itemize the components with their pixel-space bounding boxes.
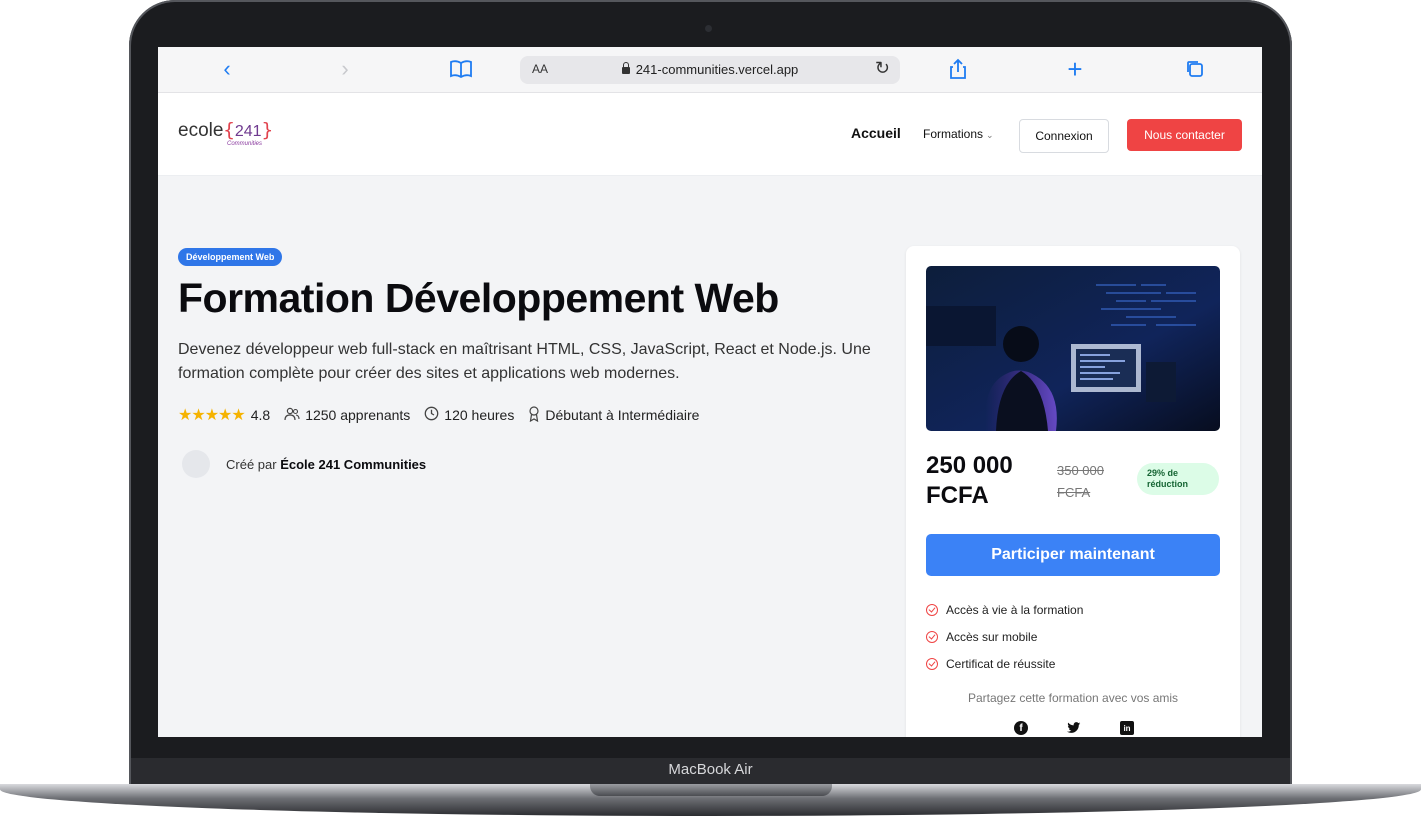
old-price: 350 000 FCFA	[1057, 463, 1104, 500]
level: Débutant à Intermédiaire	[545, 407, 700, 423]
page-title: Formation Développement Web	[178, 275, 779, 321]
users-icon	[284, 407, 300, 424]
forward-icon[interactable]: ›	[336, 56, 354, 81]
laptop-chin: MacBook Air	[131, 758, 1290, 784]
laptop-notch	[590, 784, 832, 796]
feature-label: Accès à vie à la formation	[946, 602, 1084, 617]
check-circle-icon	[926, 603, 938, 616]
rating-value: 4.8	[250, 407, 271, 423]
duration: 120 heures	[444, 407, 515, 423]
feature-label: Certificat de réussite	[946, 656, 1056, 671]
linkedin-icon[interactable]: in	[1120, 721, 1134, 735]
logo-number: 241	[234, 123, 262, 140]
course-meta: ★★★★★ 4.8 1250 apprenants 120 heures Déb…	[178, 404, 699, 426]
screen: ‹ › AA 241-communities.vercel.app ↻ + ec…	[158, 47, 1262, 737]
price: 250 000 FCFA	[926, 452, 1013, 509]
author-row: Créé par École 241 Communities	[182, 450, 426, 478]
discount-badge: 29% de réduction	[1137, 463, 1219, 495]
logo-word: ecole	[178, 120, 224, 141]
site-logo[interactable]: ecole{241}	[178, 119, 273, 142]
chevron-down-icon: ⌄	[986, 130, 994, 140]
logo-subline: Communities	[227, 141, 263, 147]
site-header: ecole{241} Communities Accueil Formation…	[158, 93, 1262, 176]
facebook-icon[interactable]: f	[1014, 721, 1028, 735]
share-icon[interactable]	[948, 57, 968, 81]
nav-formations[interactable]: Formations ⌄	[923, 127, 994, 141]
device-label: MacBook Air	[668, 761, 753, 778]
category-badge: Développement Web	[178, 248, 283, 266]
camera-icon	[705, 25, 712, 32]
nav-formations-label: Formations	[923, 127, 984, 141]
list-item: Certificat de réussite	[926, 650, 1083, 677]
back-icon[interactable]: ‹	[218, 56, 236, 81]
author-credit: Créé par École 241 Communities	[226, 457, 426, 472]
enroll-button[interactable]: Participer maintenant	[926, 534, 1220, 576]
course-card: 250 000 FCFA 350 000 FCFA 29% de réducti…	[906, 246, 1240, 737]
feature-list: Accès à vie à la formation Accès sur mob…	[926, 596, 1083, 677]
list-item: Accès sur mobile	[926, 623, 1083, 650]
check-circle-icon	[926, 657, 938, 670]
course-image	[926, 266, 1220, 431]
new-tab-icon[interactable]: +	[1064, 54, 1086, 84]
clock-icon	[424, 406, 439, 424]
url-text: 241-communities.vercel.app	[635, 62, 799, 77]
browser-toolbar: ‹ › AA 241-communities.vercel.app ↻ +	[158, 47, 1262, 93]
avatar	[182, 450, 210, 478]
login-button[interactable]: Connexion	[1019, 119, 1109, 153]
author-name[interactable]: École 241 Communities	[280, 457, 426, 472]
rating-stars-icon: ★★★★★	[178, 407, 246, 424]
check-circle-icon	[926, 630, 938, 643]
share-text: Partagez cette formation avec vos amis	[967, 691, 1179, 705]
reload-icon[interactable]: ↻	[875, 58, 890, 79]
students-count: 1250 apprenants	[305, 407, 411, 423]
nav-home[interactable]: Accueil	[851, 125, 901, 141]
author-prefix: Créé par	[226, 456, 277, 472]
feature-label: Accès sur mobile	[946, 629, 1038, 644]
lock-icon	[621, 62, 630, 74]
social-links: f in	[1014, 721, 1134, 735]
tabs-icon[interactable]	[1184, 57, 1206, 81]
list-item: Accès à vie à la formation	[926, 596, 1083, 623]
address-bar[interactable]: AA 241-communities.vercel.app ↻	[520, 56, 900, 84]
bookmarks-icon[interactable]	[448, 57, 474, 81]
course-description: Devenez développeur web full-stack en ma…	[178, 341, 871, 382]
award-icon	[528, 405, 540, 425]
contact-button[interactable]: Nous contacter	[1127, 119, 1242, 151]
twitter-icon[interactable]	[1067, 721, 1081, 735]
